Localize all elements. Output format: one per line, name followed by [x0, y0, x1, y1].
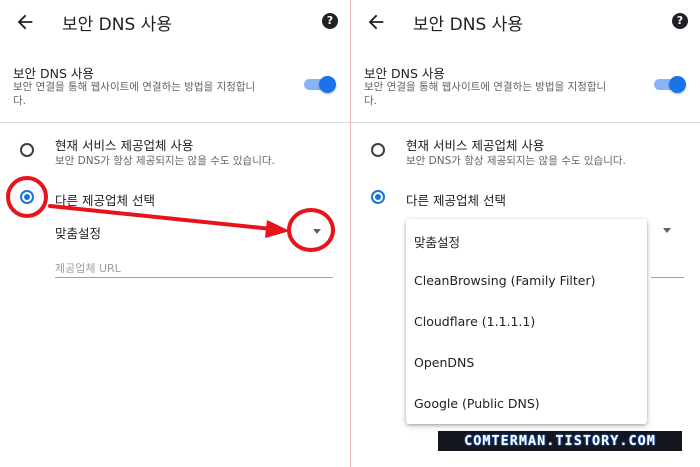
arrow-shaft	[48, 204, 274, 231]
arrow-head	[265, 220, 290, 238]
watermark-badge: COMTERMAN.TISTORY.COM	[438, 431, 682, 451]
annotation-arrow	[48, 204, 290, 238]
